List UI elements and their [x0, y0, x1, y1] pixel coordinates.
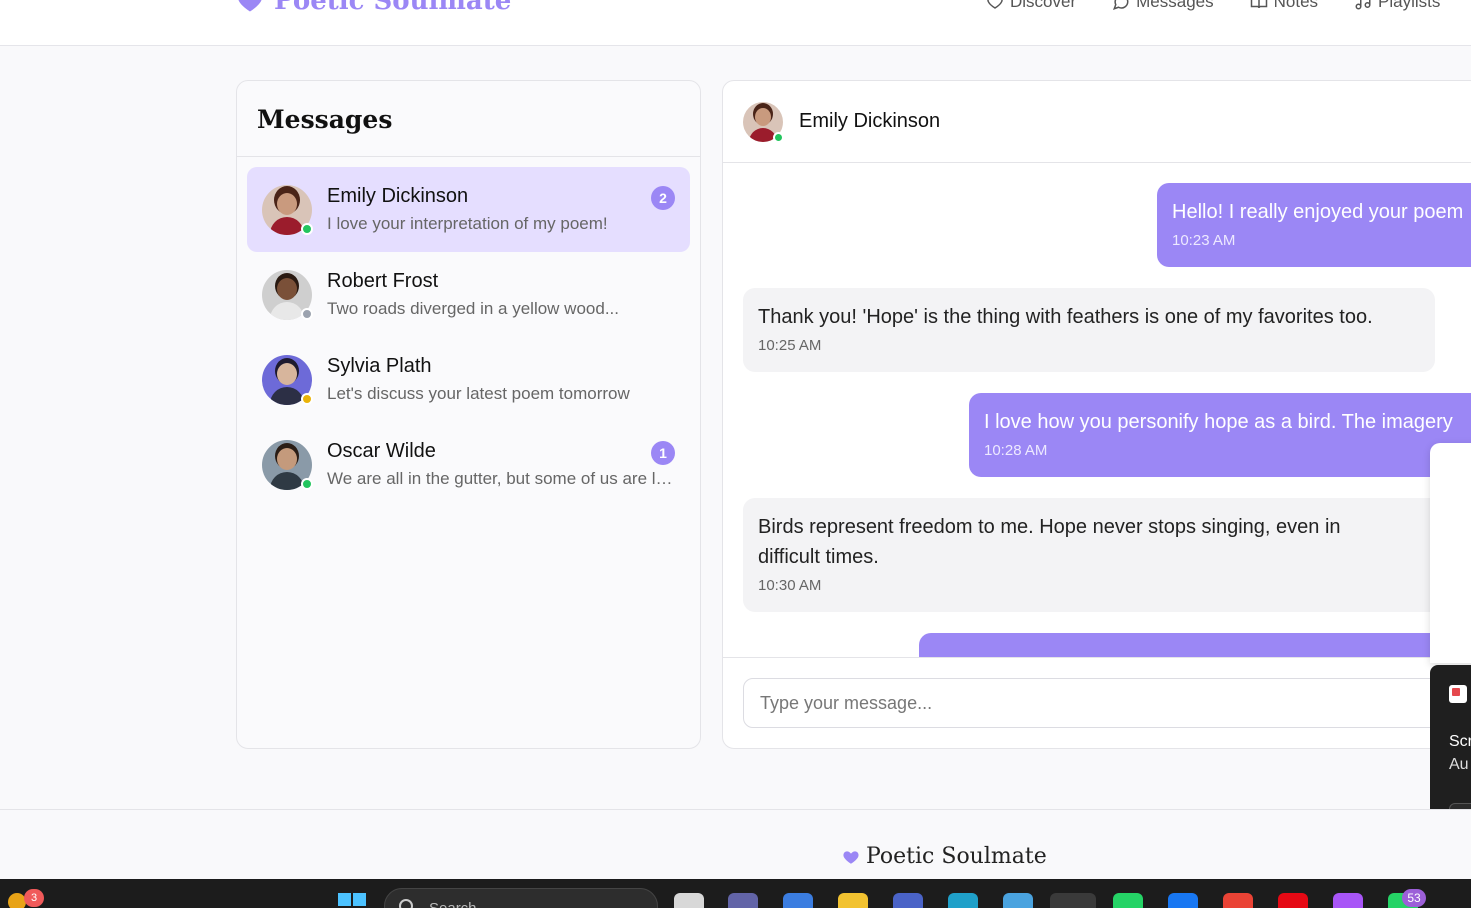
netflix-icon[interactable] — [1278, 893, 1308, 908]
message-bubble-received: Birds represent freedom to me. Hope neve… — [743, 498, 1443, 612]
nav-link-playlists[interactable]: Playlists — [1354, 0, 1440, 12]
conversation-name: Emily Dickinson — [327, 185, 469, 207]
top-navigation-bar: Poetic Soulmate Discover Messages Notes … — [0, 0, 1471, 46]
conversation-item-oscar-wilde[interactable]: Oscar Wilde We are all in the gutter, bu… — [247, 422, 690, 507]
message-composer — [723, 657, 1471, 748]
messages-panel-title: Messages — [237, 81, 700, 157]
chat-contact-name: Emily Dickinson — [799, 110, 941, 132]
edge-icon[interactable] — [948, 893, 978, 908]
messenger-icon[interactable] — [1333, 893, 1363, 908]
avatar — [262, 354, 313, 405]
message-text: I love how you personify hope as a bird.… — [984, 411, 1453, 433]
message-bubble-received: Thank you! 'Hope' is the thing with feat… — [743, 288, 1435, 372]
message-bubble-sent: I love how you personify hope as a bird.… — [969, 393, 1471, 477]
toast-title: Scr — [1449, 733, 1471, 750]
messages-panel: Messages Emily Dickinson I love your int… — [236, 80, 701, 749]
teams-icon[interactable] — [728, 893, 758, 908]
nav-link-label: Playlists — [1378, 0, 1441, 11]
conversation-list: Emily Dickinson I love your interpretati… — [237, 157, 700, 517]
footer-brand: Poetic Soulmate — [842, 844, 1047, 869]
nav-link-discover[interactable]: Discover — [986, 0, 1076, 12]
message-time: 10:28 AM — [984, 442, 1048, 459]
brand-name: Poetic Soulmate — [274, 0, 512, 16]
conversation-preview: Two roads diverged in a yellow wood... — [327, 299, 619, 318]
message-time: 10:23 AM — [1172, 232, 1236, 249]
app-icon[interactable] — [893, 893, 923, 908]
windows-start-icon[interactable] — [338, 893, 366, 908]
conversation-preview: Let's discuss your latest poem tomorrow — [327, 384, 630, 403]
chat-message-list[interactable]: Hello! I really enjoyed your poem 10:23 … — [723, 163, 1471, 657]
footer-brand-name: Poetic Soulmate — [866, 844, 1047, 869]
nav-link-label: Discover — [1010, 0, 1077, 11]
message-bubble-sent: Hello! I really enjoyed your poem 10:23 … — [1157, 183, 1471, 267]
conversation-name: Robert Frost — [327, 270, 439, 292]
store-icon[interactable] — [1003, 893, 1033, 908]
conversation-item-robert-frost[interactable]: Robert Frost Two roads diverged in a yel… — [247, 252, 690, 337]
nav-link-label: Notes — [1273, 0, 1319, 11]
conversation-item-emily-dickinson[interactable]: Emily Dickinson I love your interpretati… — [247, 167, 690, 252]
message-circle-icon — [1113, 0, 1129, 10]
conversation-preview: I love your interpretation of my poem! — [327, 214, 608, 233]
chat-header: Emily Dickinson — [723, 81, 1471, 163]
chat-panel: Emily Dickinson Hello! I really enjoyed … — [722, 80, 1471, 749]
message-input[interactable] — [743, 678, 1463, 728]
status-offline-indicator — [301, 307, 313, 320]
avatar[interactable] — [743, 101, 784, 143]
message-text: Hello! I really enjoyed your poem — [1172, 201, 1464, 223]
windows-taskbar: 3 Search 53 — [0, 879, 1471, 908]
page-footer: Poetic Soulmate — [0, 809, 1471, 879]
folder-icon[interactable] — [838, 893, 868, 908]
music-icon — [1355, 0, 1371, 10]
heart-logo-icon — [238, 0, 262, 12]
whatsapp-icon[interactable] — [1113, 893, 1143, 908]
nav-link-label: Messages — [1136, 0, 1214, 11]
message-text: difficult times. — [758, 546, 879, 568]
facebook-icon[interactable] — [1168, 893, 1198, 908]
copilot-icon[interactable] — [783, 893, 813, 908]
search-icon — [399, 899, 413, 908]
message-time: 10:30 AM — [758, 577, 822, 594]
heart-icon — [843, 850, 859, 864]
avatar — [262, 269, 313, 320]
warning-count-badge: 3 — [24, 889, 44, 907]
taskbar-search[interactable]: Search — [384, 888, 658, 908]
message-text: Birds represent freedom to me. Hope neve… — [758, 516, 1341, 538]
conversation-name: Sylvia Plath — [327, 355, 432, 377]
status-online-indicator — [773, 131, 784, 143]
message-bubble-sent — [919, 633, 1471, 657]
unread-count-badge: 2 — [651, 186, 675, 210]
status-away-indicator — [301, 392, 313, 405]
search-placeholder: Search — [429, 900, 477, 908]
conversation-preview: We are all in the gutter, but some of us… — [327, 469, 675, 488]
snipping-tool-icon — [1449, 685, 1467, 703]
conversation-item-sylvia-plath[interactable]: Sylvia Plath Let's discuss your latest p… — [247, 337, 690, 422]
nav-link-notes[interactable]: Notes — [1250, 0, 1318, 12]
nav-links: Discover Messages Notes Playlists — [986, 0, 1440, 12]
file-explorer-icon[interactable] — [674, 893, 704, 908]
message-time: 10:25 AM — [758, 337, 822, 354]
conversation-name: Oscar Wilde — [327, 440, 436, 462]
heart-icon — [987, 0, 1003, 9]
notification-count-badge: 53 — [1402, 889, 1426, 907]
toast-subtitle: Au — [1449, 756, 1469, 773]
active-app-icon[interactable] — [1050, 893, 1096, 908]
message-text: Thank you! 'Hope' is the thing with feat… — [758, 306, 1373, 328]
status-online-indicator — [301, 222, 313, 235]
book-open-icon — [1250, 0, 1267, 9]
avatar — [262, 439, 313, 490]
brand-logo[interactable]: Poetic Soulmate — [236, 0, 511, 16]
status-online-indicator — [301, 477, 313, 490]
avatar — [262, 184, 313, 235]
chrome-icon[interactable] — [1223, 893, 1253, 908]
nav-link-messages[interactable]: Messages — [1112, 0, 1214, 12]
unread-count-badge: 1 — [651, 441, 675, 465]
overlay-popup-edge[interactable] — [1430, 443, 1471, 663]
